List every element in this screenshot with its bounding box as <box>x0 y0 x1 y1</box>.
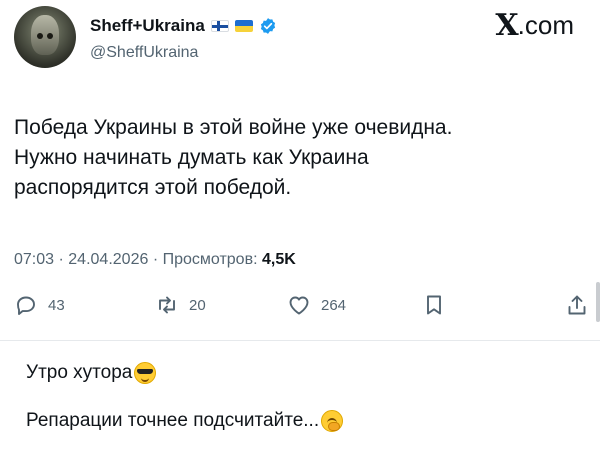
tweet-text: Победа Украины в этой войне уже очевидна… <box>14 113 584 203</box>
retweet-count: 20 <box>189 296 206 314</box>
verified-badge-icon <box>260 18 275 34</box>
x-logo-icon: X <box>495 8 518 43</box>
views-label: Просмотров: <box>162 251 258 268</box>
tweet-time[interactable]: 07:03 <box>14 251 54 268</box>
tweet-line: Победа Украины в этой войне уже очевидна… <box>14 116 453 139</box>
author-handle[interactable]: @SheffUkraina <box>90 44 198 62</box>
share-button[interactable] <box>565 293 589 317</box>
bookmark-icon <box>427 295 441 315</box>
divider <box>0 340 600 341</box>
avatar-eye-left <box>37 33 43 39</box>
bookmark-button[interactable] <box>422 293 446 317</box>
share-icon <box>568 295 586 315</box>
ukraine-flag-icon <box>234 20 253 32</box>
tweet-date[interactable]: 24.04.2026 <box>68 251 148 268</box>
like-button[interactable]: 264 <box>287 293 346 317</box>
site-logo: X .com <box>495 8 574 43</box>
comment-line: Утро хутора <box>26 362 157 384</box>
views-count: 4,5K <box>261 251 296 268</box>
action-bar: 43 20 264 <box>0 293 600 327</box>
display-name[interactable]: Sheff+Ukraina <box>90 16 205 36</box>
tweet-line: распорядится этой победой. <box>14 176 292 199</box>
comment-text: Репарации точнее подсчитайте... <box>26 410 320 431</box>
tweet-meta: 07:03 · 24.04.2026 · Просмотров: 4,5K <box>14 251 296 269</box>
comment-line: Репарации точнее подсчитайте... <box>26 410 344 432</box>
avatar[interactable] <box>14 6 76 68</box>
author-row[interactable]: Sheff+Ukraina <box>90 14 277 38</box>
avatar-face <box>31 15 59 55</box>
meta-separator: · <box>152 251 159 268</box>
reply-icon <box>17 296 35 315</box>
smiling-face-with-sunglasses-icon <box>134 362 157 384</box>
reply-count: 43 <box>48 296 65 314</box>
tweet-line: Нужно начинать думать как Украина <box>14 146 369 169</box>
meta-separator: · <box>58 251 64 268</box>
retweet-icon <box>159 296 175 314</box>
site-suffix: .com <box>517 10 574 40</box>
reply-button[interactable]: 43 <box>14 293 65 317</box>
finland-flag-icon <box>210 20 229 32</box>
comment-text: Утро хутора <box>26 362 133 383</box>
retweet-button[interactable]: 20 <box>155 293 206 317</box>
avatar-eye-right <box>47 33 53 39</box>
face-with-hand-over-mouth-icon <box>321 410 344 432</box>
scrollbar[interactable] <box>596 282 600 322</box>
heart-icon <box>289 296 309 315</box>
like-count: 264 <box>321 296 347 314</box>
